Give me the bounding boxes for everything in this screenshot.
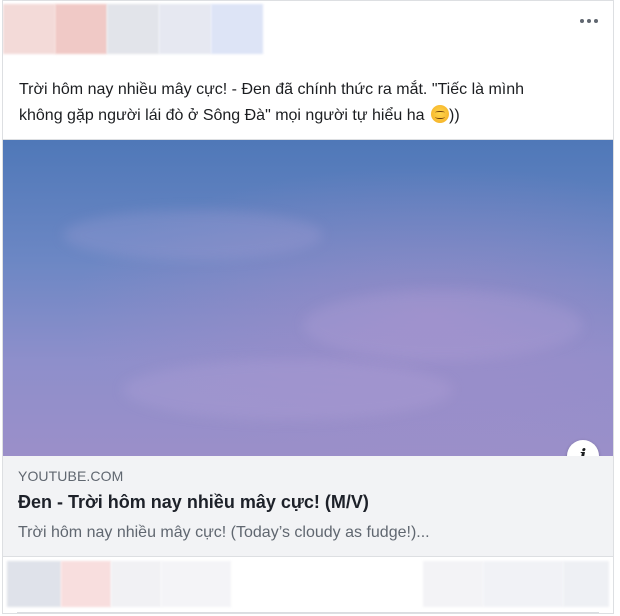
more-options-icon-dot bbox=[587, 19, 591, 23]
link-description: Trời hôm nay nhiều mây cực! (Today’s clo… bbox=[18, 524, 430, 541]
blurred-author-meta bbox=[159, 4, 211, 54]
link-domain: YOUTUBE.COM bbox=[18, 468, 124, 484]
more-options-button[interactable] bbox=[575, 9, 603, 33]
blurred-reactions bbox=[161, 561, 231, 607]
footer-divider bbox=[17, 612, 599, 613]
post-message-line-2: không gặp người lái đò ở Sông Đà" mọi ng… bbox=[19, 107, 425, 124]
more-options-icon bbox=[580, 19, 584, 23]
blurred-comment-count bbox=[423, 561, 483, 607]
cloud-shape bbox=[303, 290, 583, 360]
cloud-shape bbox=[63, 210, 323, 260]
blurred-reactions bbox=[111, 561, 161, 607]
blurred-share-count bbox=[563, 561, 609, 607]
post-footer bbox=[3, 557, 613, 613]
blurred-share-count bbox=[483, 561, 563, 607]
blurred-author-meta bbox=[211, 4, 263, 54]
link-title[interactable]: Đen - Trời hôm nay nhiều mây cực! (M/V) bbox=[18, 492, 369, 513]
post-message-tail: )) bbox=[448, 107, 460, 124]
smiling-face-emoji-icon bbox=[430, 105, 449, 123]
more-options-icon-dot bbox=[594, 19, 598, 23]
blurred-reactions bbox=[61, 561, 111, 607]
link-thumbnail[interactable] bbox=[3, 140, 613, 456]
post-header bbox=[3, 1, 613, 63]
post-message-line-1: Trời hôm nay nhiều mây cực! - Đen đã chí… bbox=[19, 81, 525, 98]
cloud-shape bbox=[123, 360, 453, 420]
blurred-reactions bbox=[7, 561, 61, 607]
link-meta[interactable]: YOUTUBE.COM Đen - Trời hôm nay nhiều mây… bbox=[3, 456, 613, 556]
blurred-author-name bbox=[55, 4, 107, 54]
blurred-author-meta bbox=[107, 4, 159, 54]
post-message: Trời hôm nay nhiều mây cực! - Đen đã chí… bbox=[19, 77, 599, 129]
post-card: Trời hôm nay nhiều mây cực! - Đen đã chí… bbox=[2, 0, 614, 614]
link-preview[interactable]: i YOUTUBE.COM Đen - Trời hôm nay nhiều m… bbox=[3, 139, 613, 557]
blurred-author-avatar bbox=[3, 4, 55, 54]
